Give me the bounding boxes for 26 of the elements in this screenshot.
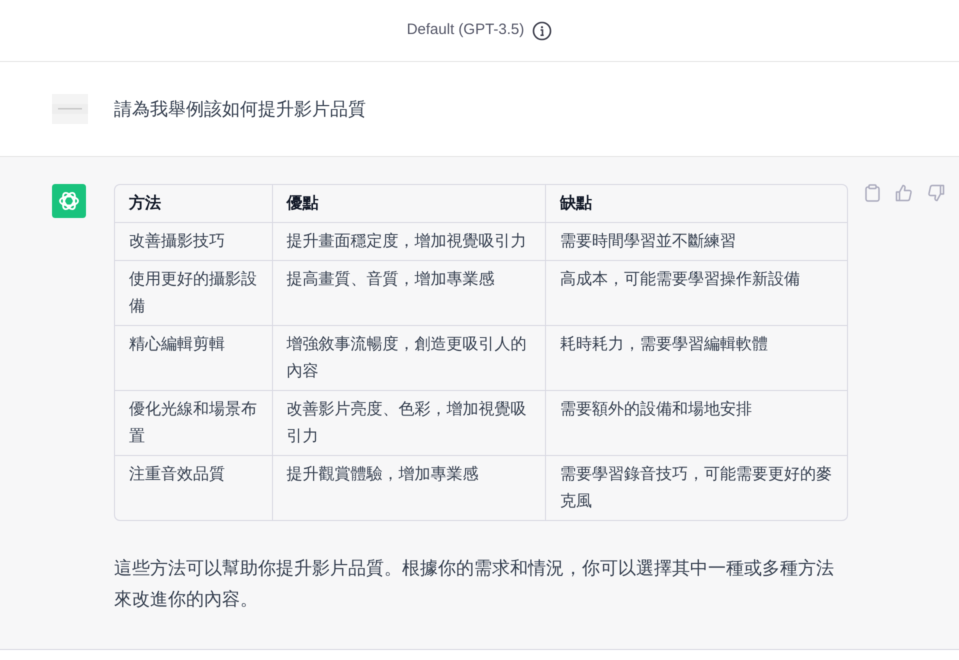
clipboard-icon[interactable]	[864, 184, 881, 202]
table-cell: 改善攝影技巧	[115, 222, 272, 260]
table-cell: 使用更好的攝影設備	[115, 260, 272, 325]
table-cell: 提升畫面穩定度，增加視覺吸引力	[272, 222, 545, 260]
table-cell: 注重音效品質	[115, 455, 272, 520]
info-icon[interactable]	[532, 20, 552, 40]
column-header: 優點	[272, 185, 545, 222]
table-cell: 增強敘事流暢度，創造更吸引人的內容	[272, 325, 545, 390]
table-cell: 提升觀賞體驗，增加專業感	[272, 455, 545, 520]
thumbs-up-icon[interactable]	[895, 184, 913, 202]
thumbs-down-icon[interactable]	[927, 184, 945, 202]
table-cell: 需要額外的設備和場地安排	[544, 390, 847, 455]
model-title: Default (GPT-3.5)	[406, 20, 524, 40]
table-cell: 需要時間學習並不斷練習	[544, 222, 847, 260]
column-header: 缺點	[544, 185, 847, 222]
table-cell: 提高畫質、音質，增加專業感	[272, 260, 545, 325]
column-header: 方法	[128, 193, 162, 214]
table-cell: 優化光線和場景布置	[115, 390, 272, 455]
assistant-message: 這些方法可以幫助你提升影片品質。根據你的需求和情況，你可以選擇其中一種或多種方法來改進你的內容。	[114, 557, 835, 611]
table-cell: 高成本，可能需要學習操作新設備	[544, 260, 847, 325]
assistant-logo-icon	[52, 184, 86, 218]
table-cell: 改善影片亮度、色彩，增加視覺吸引力	[272, 390, 545, 455]
user-message: 請為我舉例該如何提升影片品質	[114, 98, 366, 120]
table-cell: 耗時耗力，需要學習編輯軟體	[544, 325, 847, 390]
table-cell: 精心編輯剪輯	[115, 325, 272, 390]
table-cell: 需要學習錄音技巧，可能需要更好的麥克風	[544, 455, 847, 520]
